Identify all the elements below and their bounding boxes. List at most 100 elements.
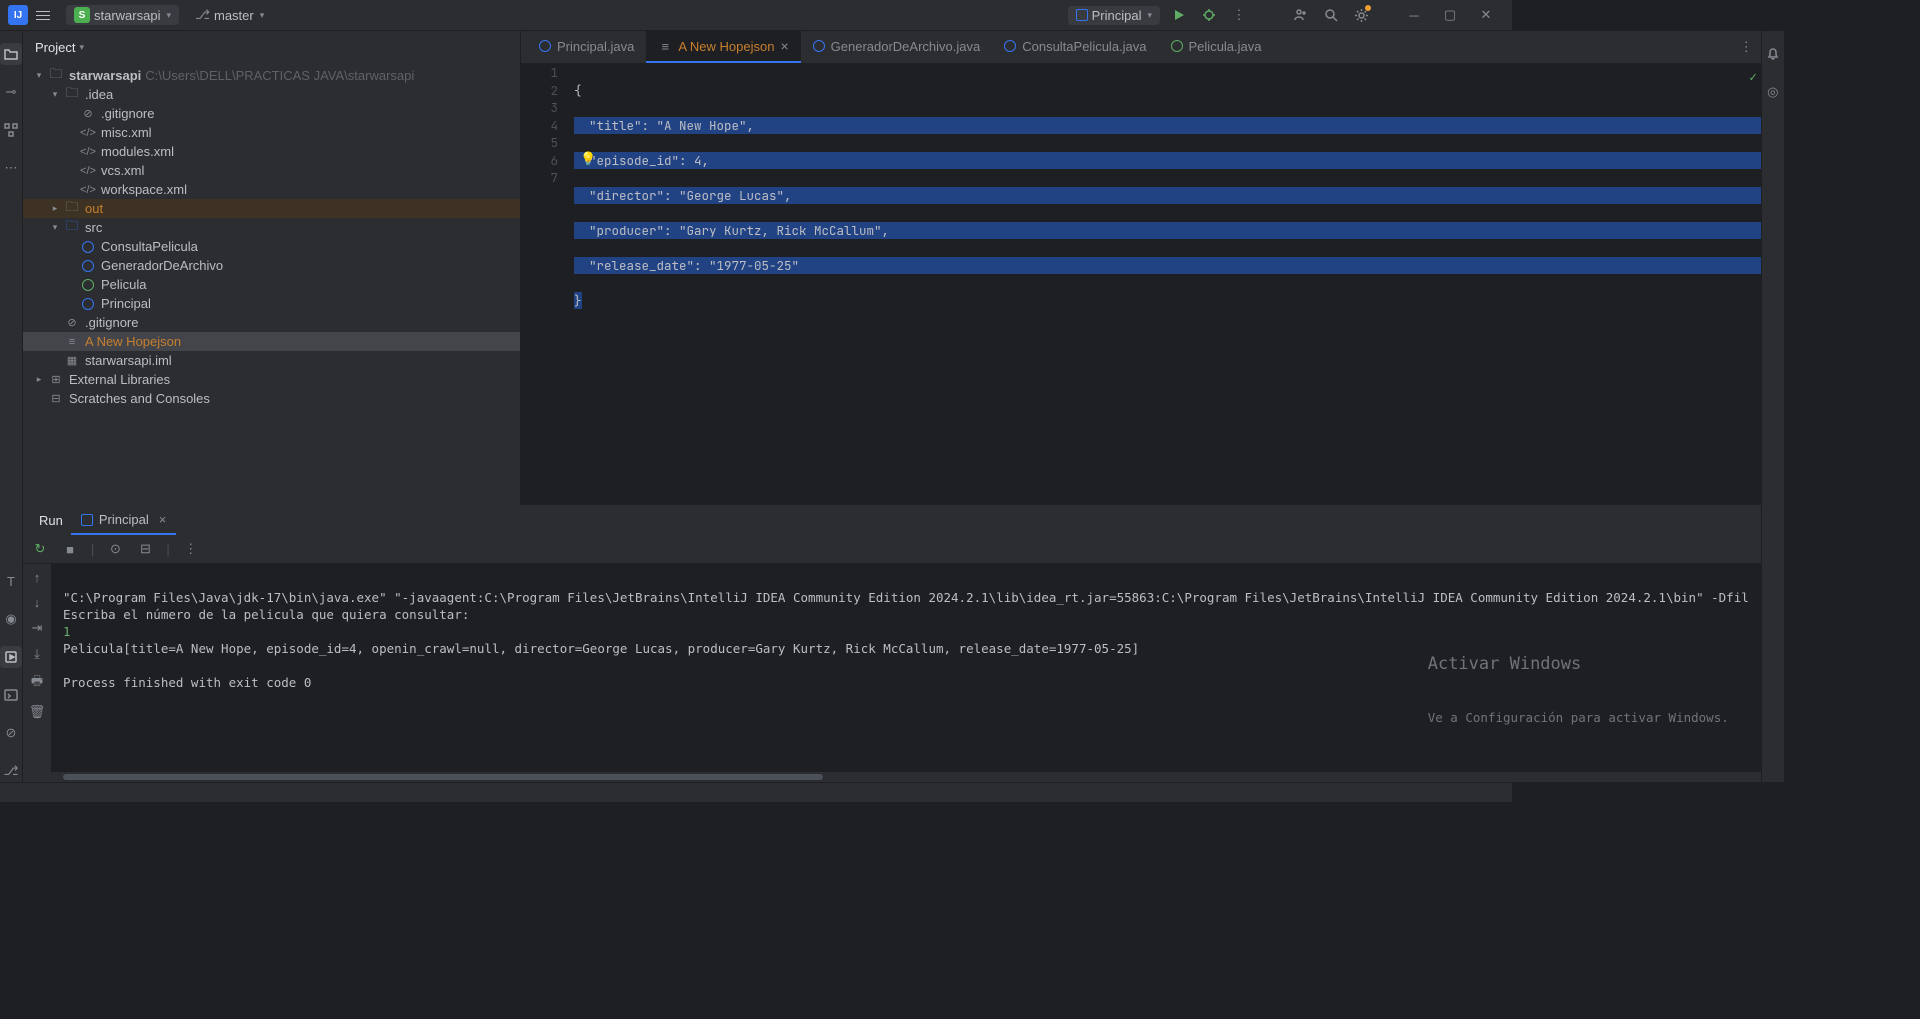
- horizontal-scrollbar[interactable]: [23, 772, 1761, 782]
- print-button[interactable]: 🖶: [28, 672, 46, 694]
- tree-file[interactable]: ⊘.gitignore: [23, 104, 520, 123]
- run-config-icon: [81, 514, 93, 526]
- minimize-button[interactable]: ─: [1396, 1, 1432, 29]
- close-tab-icon[interactable]: ×: [159, 512, 167, 527]
- dump-threads-button[interactable]: ⊙: [106, 541, 124, 557]
- tree-file[interactable]: </>misc.xml: [23, 123, 520, 142]
- xml-icon: </>: [79, 146, 97, 158]
- run-panel: Run Principal × ↻ ■ | ⊙ ⊟ | ⋮ ↑ ↓: [23, 505, 1761, 782]
- xml-icon: </>: [79, 165, 97, 177]
- run-button[interactable]: [1168, 4, 1190, 26]
- notifications-button[interactable]: [1762, 43, 1784, 65]
- run-tab-principal[interactable]: Principal ×: [71, 506, 176, 535]
- debug-button[interactable]: [1198, 4, 1220, 26]
- tree-scratches[interactable]: ▸ ⊟ Scratches and Consoles: [23, 389, 520, 408]
- more-button[interactable]: ⋮: [182, 541, 200, 557]
- tree-file-selected[interactable]: ≡A New Hopejson: [23, 332, 520, 351]
- tab-pelicula[interactable]: Pelicula.java: [1159, 31, 1274, 63]
- tree-class[interactable]: Principal: [23, 294, 520, 313]
- xml-icon: </>: [79, 127, 97, 139]
- down-button[interactable]: ↓: [28, 595, 46, 610]
- tree-external-libraries[interactable]: ▸ ⊞ External Libraries: [23, 370, 520, 389]
- problems-tool-button[interactable]: ⊘: [0, 722, 22, 744]
- run-tool-button[interactable]: [0, 646, 22, 668]
- bookmarks-tool-button[interactable]: T: [0, 570, 22, 592]
- more-tools-button[interactable]: ⋯: [0, 157, 22, 179]
- project-panel-header[interactable]: Project ▾: [23, 31, 520, 64]
- editor-tabs: Principal.java ≡A New Hopejson× Generado…: [521, 31, 1761, 64]
- windows-activation-watermark: Activar Windows Ve a Configuración para …: [1428, 622, 1729, 760]
- class-icon: [79, 298, 97, 310]
- terminal-tool-button[interactable]: [0, 684, 22, 706]
- scroll-to-end-button[interactable]: ⤓: [28, 646, 46, 662]
- branch-icon: ⎇: [195, 7, 210, 23]
- more-actions-button[interactable]: ⋮: [1228, 4, 1250, 26]
- record-icon: [79, 279, 97, 291]
- rerun-button[interactable]: ↻: [31, 541, 49, 557]
- chevron-down-icon: ▾: [166, 10, 171, 21]
- folder-icon: 🗀: [63, 84, 81, 106]
- tab-principal[interactable]: Principal.java: [527, 31, 646, 63]
- tree-file[interactable]: ▦starwarsapi.iml: [23, 351, 520, 370]
- file-icon: ⊘: [63, 316, 81, 329]
- code-content[interactable]: { "title": "A New Hope", "episode_id": 4…: [574, 64, 1761, 505]
- inspection-ok-icon[interactable]: ✓: [1749, 68, 1757, 85]
- maximize-button[interactable]: ▢: [1432, 1, 1468, 29]
- tree-file[interactable]: </>vcs.xml: [23, 161, 520, 180]
- intention-bulb-icon[interactable]: 💡: [580, 150, 596, 168]
- tree-file[interactable]: </>workspace.xml: [23, 180, 520, 199]
- search-button[interactable]: [1320, 4, 1342, 26]
- stop-button[interactable]: ■: [61, 542, 79, 557]
- close-tab-icon[interactable]: ×: [780, 38, 788, 54]
- project-tool-button[interactable]: [0, 43, 22, 65]
- editor-area: Principal.java ≡A New Hopejson× Generado…: [521, 31, 1761, 505]
- code-editor[interactable]: 1 2 3 4 5 6 7 { "title": "A New Hope", "…: [521, 64, 1761, 505]
- gutter: 1 2 3 4 5 6 7: [521, 64, 574, 505]
- tab-anewhopejson[interactable]: ≡A New Hopejson×: [646, 31, 800, 63]
- ai-assistant-button[interactable]: ◎: [1762, 81, 1784, 103]
- structure-tool-button[interactable]: [0, 119, 22, 141]
- text-file-icon: ≡: [658, 39, 672, 53]
- class-icon: [813, 40, 825, 52]
- file-icon: ⊘: [79, 107, 97, 120]
- tree-file[interactable]: </>modules.xml: [23, 142, 520, 161]
- soft-wrap-button[interactable]: ⇥: [28, 620, 46, 636]
- services-tool-button[interactable]: ◉: [0, 608, 22, 630]
- tree-folder-out[interactable]: ▸ 🗀 out: [23, 199, 520, 218]
- project-icon: S: [74, 7, 90, 23]
- run-left-toolbar: ↑ ↓ ⇥ ⤓ 🖶 🗑: [23, 564, 51, 772]
- tree-root[interactable]: ▾ 🗀 starwarsapi C:\Users\DELL\PRACTICAS …: [23, 66, 520, 85]
- main-menu-button[interactable]: [32, 4, 54, 26]
- tree-class[interactable]: GeneradorDeArchivo: [23, 256, 520, 275]
- tab-generador[interactable]: GeneradorDeArchivo.java: [801, 31, 993, 63]
- intellij-logo-icon: IJ: [8, 5, 28, 25]
- class-icon: [539, 40, 551, 52]
- tab-consulta[interactable]: ConsultaPelicula.java: [992, 31, 1158, 63]
- tree-folder-idea[interactable]: ▾ 🗀 .idea: [23, 85, 520, 104]
- run-output[interactable]: "C:\Program Files\Java\jdk-17\bin\java.e…: [51, 564, 1761, 772]
- chevron-down-icon: ▾: [79, 42, 84, 53]
- code-with-me-button[interactable]: [1290, 4, 1312, 26]
- chevron-down-icon: ▾: [260, 10, 265, 21]
- commit-tool-button[interactable]: ⊸: [0, 81, 22, 103]
- left-tool-rail: ⊸ ⋯ T ◉ ⊘ ⎇: [0, 31, 23, 782]
- exit-button[interactable]: ⊟: [136, 541, 154, 557]
- up-button[interactable]: ↑: [28, 570, 46, 585]
- titlebar: IJ S starwarsapi ▾ ⎇ master ▾ Principal …: [0, 0, 1512, 31]
- tree-folder-src[interactable]: ▾ 🗀 src: [23, 218, 520, 237]
- run-toolbar: ↻ ■ | ⊙ ⊟ | ⋮: [23, 535, 1761, 564]
- tree-class[interactable]: Pelicula: [23, 275, 520, 294]
- run-config-selector[interactable]: Principal ▾: [1068, 6, 1160, 25]
- record-icon: [1171, 40, 1183, 52]
- settings-button[interactable]: [1350, 4, 1372, 26]
- clear-button[interactable]: 🗑: [28, 704, 46, 720]
- close-button[interactable]: ✕: [1468, 1, 1504, 29]
- tree-class[interactable]: ConsultaPelicula: [23, 237, 520, 256]
- project-selector[interactable]: S starwarsapi ▾: [66, 5, 179, 25]
- git-branch-selector[interactable]: ⎇ master ▾: [195, 7, 264, 23]
- library-icon: ⊞: [47, 373, 65, 386]
- tree-file[interactable]: ⊘.gitignore: [23, 313, 520, 332]
- class-icon: [79, 241, 97, 253]
- git-tool-button[interactable]: ⎇: [0, 760, 22, 782]
- tab-actions-button[interactable]: ⋮: [1740, 39, 1753, 55]
